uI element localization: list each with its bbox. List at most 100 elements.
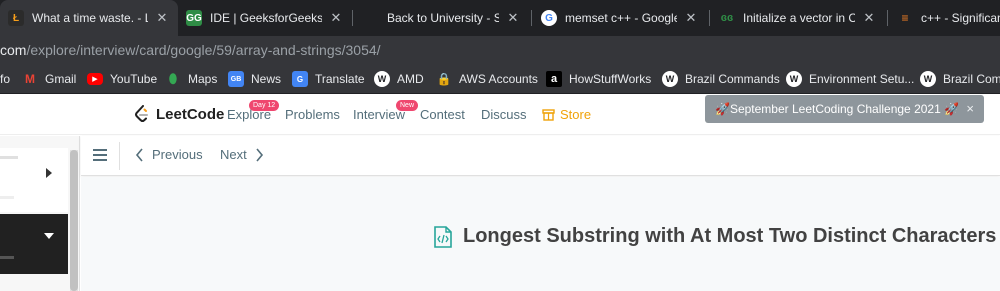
page-title: Longest Substring with At Most Two Disti… bbox=[433, 225, 996, 248]
bookmark-partial[interactable]: fo bbox=[0, 71, 10, 87]
bookmarks-bar: fo M Gmail ▶ YouTube ⬮ Maps GB News G Tr… bbox=[0, 64, 1000, 94]
previous-label: Previous bbox=[152, 147, 203, 162]
bookmark-howstuffworks[interactable]: a HowStuffWorks bbox=[546, 71, 651, 87]
store-icon bbox=[542, 108, 555, 121]
google-favicon-icon: G bbox=[541, 10, 557, 26]
tab-geeksforgeeks[interactable]: GG IDE | GeeksforGeeks | A ✕ bbox=[178, 0, 352, 36]
bookmark-brazil-commands[interactable]: W Brazil Commands bbox=[662, 71, 780, 87]
bookmark-label: Brazil Commands bbox=[685, 72, 780, 86]
leetcode-logo[interactable]: LeetCode bbox=[134, 105, 224, 123]
url-host: com bbox=[0, 42, 27, 58]
close-icon[interactable]: ✕ bbox=[328, 10, 344, 26]
tab-divider bbox=[531, 10, 532, 26]
explore-day-badge: Day 12 bbox=[249, 100, 280, 111]
nav-problems[interactable]: Problems bbox=[285, 107, 340, 122]
close-icon[interactable]: ✕ bbox=[505, 10, 521, 26]
bookmark-aws-accounts[interactable]: 🔒 AWS Accounts bbox=[436, 71, 538, 87]
card-sidebar bbox=[0, 136, 80, 291]
bookmark-brazil-comm[interactable]: W Brazil Comm bbox=[920, 71, 1000, 87]
tab-divider bbox=[709, 10, 710, 26]
translate-icon: G bbox=[292, 71, 308, 87]
tab-google-search[interactable]: G memset c++ - Google S ✕ bbox=[533, 0, 707, 36]
next-button[interactable]: Next bbox=[220, 147, 264, 162]
tab-title: IDE | GeeksforGeeks | A bbox=[210, 11, 322, 25]
bookmark-translate[interactable]: G Translate bbox=[292, 71, 365, 87]
address-bar[interactable]: com/explore/interview/card/google/59/arr… bbox=[0, 36, 1000, 64]
card-toolbar: Previous Next bbox=[81, 136, 1000, 176]
amazon-icon: a bbox=[546, 71, 562, 87]
leetcode-logo-icon bbox=[135, 105, 148, 122]
chapter-item-text-fragment bbox=[0, 256, 14, 259]
bookmark-label: News bbox=[251, 72, 282, 86]
maps-pin-icon: ⬮ bbox=[168, 71, 178, 86]
bookmark-label: Environment Setu... bbox=[809, 72, 915, 86]
gfg-favicon-icon: ɞɞ bbox=[720, 12, 734, 24]
scrollbar-thumb[interactable] bbox=[70, 150, 78, 291]
bookmark-label: YouTube bbox=[110, 72, 158, 86]
bookmark-label: fo bbox=[0, 72, 11, 86]
tab-title: Initialize a vector in C++ bbox=[743, 11, 855, 25]
w-circle-icon: W bbox=[786, 71, 802, 87]
tab-vector-cpp[interactable]: ɞɞ Initialize a vector in C++ ✕ bbox=[711, 0, 885, 36]
nav-discuss[interactable]: Discuss bbox=[481, 107, 527, 122]
toolbar-divider bbox=[119, 142, 120, 170]
tab-title: What a time waste. - Lee bbox=[32, 11, 148, 25]
tab-title: memset c++ - Google S bbox=[565, 11, 677, 25]
chevron-right-icon bbox=[256, 147, 263, 162]
sidebar-scrollbar[interactable] bbox=[70, 150, 78, 291]
article-content: Longest Substring with At Most Two Disti… bbox=[81, 177, 1000, 291]
youtube-icon: ▶ bbox=[87, 73, 103, 85]
code-document-icon bbox=[434, 225, 452, 248]
tab-divider bbox=[352, 10, 353, 26]
bookmark-amd[interactable]: W AMD bbox=[374, 71, 424, 87]
challenge-banner[interactable]: 🚀September LeetCoding Challenge 2021 🚀 × bbox=[705, 95, 984, 123]
chevron-right-icon[interactable] bbox=[46, 168, 52, 178]
leetcode-favicon-icon: Ł bbox=[8, 10, 24, 26]
gfg-favicon-icon: GG bbox=[186, 10, 202, 26]
bookmark-label: HowStuffWorks bbox=[569, 72, 652, 86]
bookmark-news[interactable]: GB News bbox=[228, 71, 281, 87]
tab-leetcode[interactable]: Ł What a time waste. - Lee ✕ bbox=[0, 0, 178, 36]
browser-tab-strip: Ł What a time waste. - Lee ✕ GG IDE | Ge… bbox=[0, 0, 1000, 36]
logo-text: LeetCode bbox=[156, 105, 225, 123]
apple-favicon-icon bbox=[363, 10, 379, 26]
url-text[interactable]: com/explore/interview/card/google/59/arr… bbox=[0, 42, 381, 58]
tab-divider bbox=[887, 10, 888, 26]
url-path: /explore/interview/card/google/59/array-… bbox=[26, 42, 381, 58]
menu-icon[interactable] bbox=[93, 149, 107, 161]
bookmark-environment-setup[interactable]: W Environment Setu... bbox=[786, 71, 914, 87]
close-icon[interactable]: ✕ bbox=[683, 10, 699, 26]
bookmark-label: Translate bbox=[315, 72, 365, 86]
stackoverflow-favicon-icon: ≡ bbox=[901, 11, 909, 25]
google-news-icon: GB bbox=[228, 71, 244, 87]
close-icon[interactable]: × bbox=[966, 101, 974, 116]
store-label: Store bbox=[560, 107, 592, 122]
close-icon[interactable]: ✕ bbox=[861, 10, 877, 26]
lock-icon: 🔒 bbox=[436, 72, 452, 86]
close-icon[interactable]: ✕ bbox=[154, 10, 170, 26]
chapter-item-text-fragment bbox=[0, 156, 18, 159]
chevron-down-icon[interactable] bbox=[44, 233, 54, 239]
next-label: Next bbox=[220, 147, 247, 162]
chapter-item-collapsed[interactable] bbox=[0, 148, 68, 212]
bookmark-label: Gmail bbox=[45, 72, 77, 86]
bookmark-label: AMD bbox=[397, 72, 424, 86]
bookmark-maps[interactable]: ⬮ Maps bbox=[165, 71, 217, 87]
bookmark-label: Maps bbox=[188, 72, 218, 86]
w-circle-icon: W bbox=[662, 71, 678, 87]
tab-title: Back to University - Stu bbox=[387, 11, 499, 25]
chapter-item-expanded[interactable] bbox=[0, 214, 68, 274]
previous-button[interactable]: Previous bbox=[135, 147, 203, 162]
bookmark-gmail[interactable]: M Gmail bbox=[22, 71, 76, 87]
challenge-banner-text: 🚀September LeetCoding Challenge 2021 🚀 bbox=[715, 102, 960, 116]
bookmark-label: AWS Accounts bbox=[459, 72, 538, 86]
chevron-left-icon bbox=[135, 147, 143, 162]
gmail-icon: M bbox=[25, 72, 35, 86]
w-circle-icon: W bbox=[920, 71, 936, 87]
nav-contest[interactable]: Contest bbox=[420, 107, 465, 122]
bookmark-youtube[interactable]: ▶ YouTube bbox=[87, 71, 157, 87]
bookmark-label: Brazil Comm bbox=[943, 72, 1000, 86]
nav-store[interactable]: Store bbox=[542, 107, 591, 122]
tab-stackoverflow[interactable]: ≡ c++ - Significanc bbox=[889, 0, 1000, 36]
tab-university[interactable]: Back to University - Stu ✕ bbox=[355, 0, 529, 36]
